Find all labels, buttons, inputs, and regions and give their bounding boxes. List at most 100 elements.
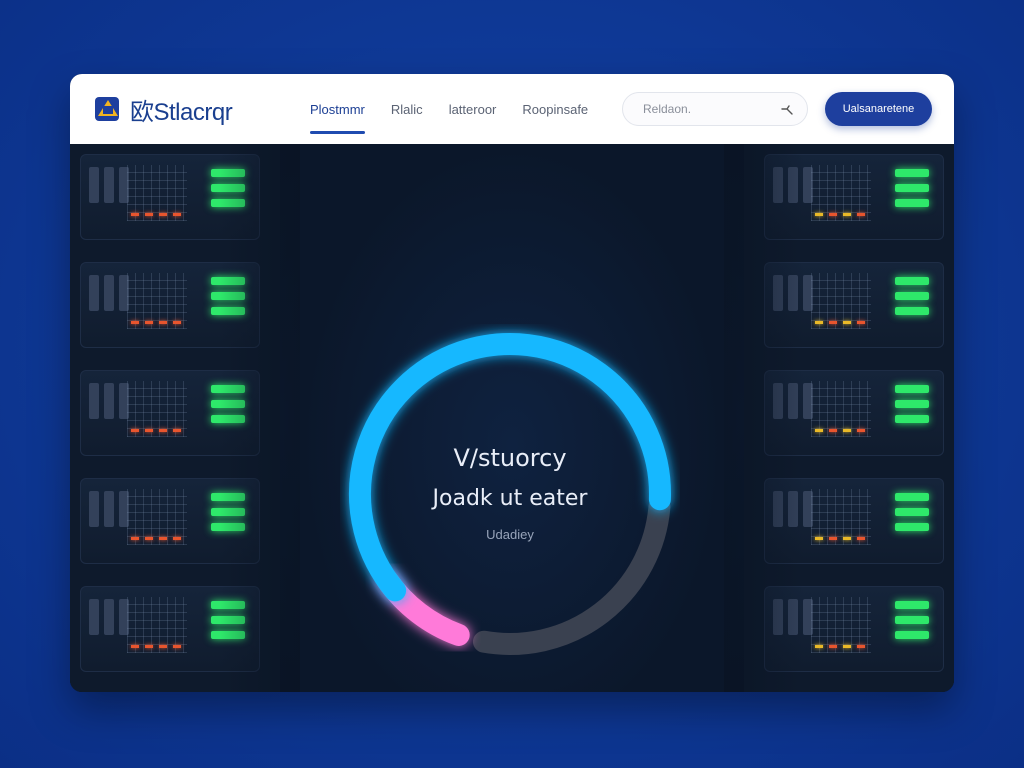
status-leds	[895, 493, 929, 531]
status-led	[895, 523, 929, 531]
drive-slot	[89, 599, 99, 635]
nav-item-plostmmr[interactable]: Plostmmr	[310, 74, 365, 144]
indicator-light	[173, 429, 181, 432]
status-led	[895, 184, 929, 192]
indicator-light	[131, 429, 139, 432]
nav-item-label: Roopinsafe	[522, 101, 589, 117]
indicator-light	[843, 645, 851, 648]
indicator-light	[145, 429, 153, 432]
status-led	[895, 508, 929, 516]
app-window: 欧Stlacrqr Plostmmr Rlalic latteroor Roop…	[70, 74, 954, 692]
drive-slot	[89, 275, 99, 311]
logo-wordmark: Stlacrqr	[153, 98, 233, 126]
search-icon[interactable]	[779, 101, 795, 117]
nav-item-label: Plostmmr	[310, 101, 365, 117]
indicator-lights	[815, 213, 865, 216]
indicator-light	[131, 321, 139, 324]
drive-slots	[89, 599, 129, 635]
indicator-light	[145, 645, 153, 648]
loader-title: V/stuorcy	[453, 444, 567, 472]
indicator-light	[843, 213, 851, 216]
indicator-light	[857, 645, 865, 648]
search-input[interactable]	[641, 101, 775, 117]
nav-item-latteroor[interactable]: latteroor	[449, 74, 497, 144]
status-led	[895, 277, 929, 285]
nav-item-roopinsafe[interactable]: Roopinsafe	[522, 74, 588, 144]
indicator-lights	[815, 429, 865, 432]
indicator-light	[857, 537, 865, 540]
indicator-light	[173, 645, 181, 648]
nav-item-label: latteroor	[448, 101, 497, 117]
status-led	[895, 385, 929, 393]
indicator-light	[843, 321, 851, 324]
status-led	[895, 415, 929, 423]
drive-slot	[104, 491, 114, 527]
indicator-light	[815, 213, 823, 216]
status-leds	[895, 169, 929, 207]
indicator-light	[159, 537, 167, 540]
status-led	[895, 400, 929, 408]
drive-slot	[89, 491, 99, 527]
indicator-light	[145, 537, 153, 540]
status-leds	[895, 385, 929, 423]
loader-text: V/stuorcy Joadk ut eater Udadiey	[340, 444, 680, 542]
drive-slot	[104, 275, 114, 311]
indicator-lights	[131, 429, 181, 432]
indicator-light	[815, 645, 823, 648]
status-led	[895, 307, 929, 315]
indicator-light	[843, 537, 851, 540]
drive-slots	[89, 383, 129, 419]
indicator-light	[131, 213, 139, 216]
drive-slot	[104, 599, 114, 635]
indicator-light	[857, 429, 865, 432]
indicator-light	[173, 321, 181, 324]
logo-mark-text: 欧	[130, 98, 154, 126]
logo-text: 欧Stlacrqr	[130, 92, 233, 127]
indicator-light	[159, 429, 167, 432]
indicator-lights	[131, 321, 181, 324]
indicator-lights	[815, 321, 865, 324]
status-leds	[895, 277, 929, 315]
logo-icon	[95, 97, 119, 121]
indicator-light	[159, 645, 167, 648]
drive-slot	[89, 167, 99, 203]
status-led	[895, 292, 929, 300]
indicator-light	[857, 213, 865, 216]
indicator-light	[159, 213, 167, 216]
drive-slots	[89, 491, 129, 527]
drive-slots	[89, 167, 129, 203]
indicator-light	[829, 645, 837, 648]
indicator-light	[815, 429, 823, 432]
indicator-lights	[815, 645, 865, 648]
nav-item-label: Rlalic	[390, 101, 423, 117]
drive-slots	[89, 275, 129, 311]
nav-item-rlalic[interactable]: Rlalic	[391, 74, 423, 144]
status-led	[895, 631, 929, 639]
search-box[interactable]	[622, 92, 808, 126]
loader-subtitle: Joadk ut eater	[432, 486, 588, 511]
indicator-light	[815, 537, 823, 540]
top-navbar: 欧Stlacrqr Plostmmr Rlalic latteroor Roop…	[70, 74, 954, 145]
indicator-lights	[131, 645, 181, 648]
indicator-light	[829, 537, 837, 540]
indicator-lights	[131, 213, 181, 216]
drive-slot	[89, 383, 99, 419]
indicator-light	[131, 537, 139, 540]
main-nav: Plostmmr Rlalic latteroor Roopinsafe	[310, 74, 588, 144]
loader-status: Udadiey	[486, 527, 534, 542]
indicator-light	[829, 213, 837, 216]
indicator-light	[145, 213, 153, 216]
indicator-lights	[815, 537, 865, 540]
indicator-light	[829, 429, 837, 432]
drive-slot	[104, 167, 114, 203]
logo[interactable]: 欧Stlacrqr	[94, 92, 233, 127]
primary-action-button[interactable]: Ualsanaretene	[825, 92, 932, 126]
status-led	[895, 199, 929, 207]
indicator-light	[159, 321, 167, 324]
status-led	[895, 493, 929, 501]
status-led	[895, 169, 929, 177]
drive-slot	[104, 383, 114, 419]
hero-section: V/stuorcy Joadk ut eater Udadiey	[70, 144, 954, 692]
indicator-light	[173, 537, 181, 540]
indicator-light	[131, 645, 139, 648]
